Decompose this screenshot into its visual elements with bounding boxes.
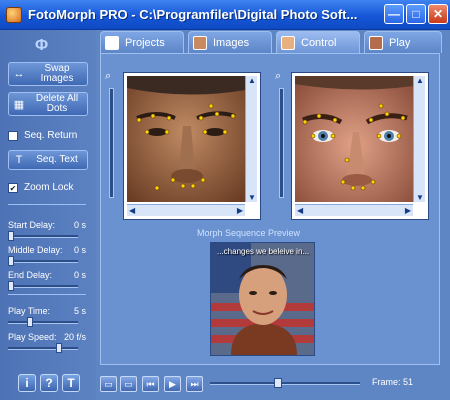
- tab-images-label: Images: [213, 36, 250, 49]
- start-delay-row: Start Delay: 0 s: [8, 220, 86, 230]
- last-frame-icon[interactable]: ▭: [120, 376, 137, 392]
- zoom-left-slider[interactable]: [109, 88, 114, 198]
- swap-arrows-icon: ↔: [13, 68, 25, 80]
- morph-preview-frame: ...changes we beleive in...: [210, 242, 315, 356]
- app-icon: [6, 6, 22, 23]
- scroll-down-icon[interactable]: ▼: [416, 193, 424, 202]
- play-time-row: Play Time: 5 s: [8, 306, 86, 316]
- zoom-right-icon[interactable]: ⌕: [275, 70, 281, 83]
- images-photo-icon: [193, 35, 207, 50]
- middle-delay-slider[interactable]: [8, 256, 78, 266]
- minimize-button[interactable]: —: [384, 4, 404, 24]
- slider-thumb[interactable]: [27, 317, 33, 327]
- delete-all-dots-button[interactable]: ▦ Delete All Dots: [8, 92, 88, 116]
- preview-caption: ...changes we beleive in...: [217, 247, 310, 256]
- play-speed-value: 20 f/s: [63, 332, 86, 342]
- tab-bar: Projects Images Control Play: [100, 31, 450, 53]
- zoom-lock-box[interactable]: ✔: [8, 182, 18, 193]
- zoom-lock-checkbox[interactable]: ✔ Zoom Lock: [8, 182, 73, 193]
- delete-dots-icon: ▦: [13, 98, 25, 111]
- text-icon[interactable]: T: [62, 374, 80, 392]
- slider-thumb[interactable]: [8, 231, 14, 241]
- tab-control[interactable]: Control: [276, 31, 360, 53]
- middle-delay-value: 0 s: [73, 245, 86, 255]
- left-panel: Φ ↔ Swap Images ▦ Delete All Dots Seq. R…: [0, 30, 96, 400]
- play-speed-row: Play Speed: 20 f/s: [8, 332, 86, 342]
- skip-forward-icon[interactable]: ⏭: [186, 376, 203, 392]
- play-time-label: Play Time:: [8, 306, 51, 316]
- title-bar: FotoMorph PRO - C:\Programfiler\Digital …: [0, 0, 450, 30]
- tab-play-label: Play: [389, 36, 411, 49]
- source-vscroll[interactable]: ▲ ▼: [245, 76, 257, 202]
- divider: [8, 204, 86, 205]
- tab-images[interactable]: Images: [188, 31, 272, 53]
- frame-slider-thumb[interactable]: [274, 378, 282, 388]
- target-hscroll[interactable]: ◀ ▶: [295, 204, 413, 216]
- slider-thumb[interactable]: [56, 343, 62, 353]
- start-delay-label: Start Delay:: [8, 220, 56, 230]
- info-icon[interactable]: i: [18, 374, 36, 392]
- projects-grid-icon: [105, 35, 119, 50]
- end-delay-slider[interactable]: [8, 281, 78, 291]
- zoom-left-icon[interactable]: ⌕: [105, 70, 111, 83]
- source-hscroll[interactable]: ◀ ▶: [127, 204, 245, 216]
- start-delay-value: 0 s: [73, 220, 86, 230]
- seq-text-button[interactable]: T Seq. Text: [8, 150, 88, 170]
- play-speed-label: Play Speed:: [8, 332, 57, 342]
- scroll-right-icon[interactable]: ▶: [237, 206, 243, 215]
- seq-return-checkbox[interactable]: Seq. Return: [8, 130, 77, 141]
- help-icon[interactable]: ?: [40, 374, 58, 392]
- first-frame-icon[interactable]: ▭: [100, 376, 117, 392]
- scroll-up-icon[interactable]: ▲: [416, 76, 424, 85]
- play-time-value: 5 s: [73, 306, 86, 316]
- control-icon: [281, 35, 295, 50]
- text-t-icon: T: [15, 154, 23, 166]
- tab-control-label: Control: [301, 36, 337, 49]
- frame-slider[interactable]: [210, 378, 360, 388]
- logo: Φ: [35, 37, 49, 54]
- target-image-frame[interactable]: ▲ ▼ ◀ ▶: [291, 72, 429, 220]
- delete-all-dots-label: Delete All Dots: [35, 93, 79, 114]
- play-photo-icon: [369, 35, 383, 50]
- frame-counter: Frame: 51: [372, 377, 414, 387]
- end-delay-label: End Delay:: [8, 270, 53, 280]
- tab-projects-label: Projects: [125, 36, 165, 49]
- end-delay-value: 0 s: [73, 270, 86, 280]
- end-delay-row: End Delay: 0 s: [8, 270, 86, 280]
- target-face-image[interactable]: [295, 76, 413, 202]
- source-face-image[interactable]: [127, 76, 245, 202]
- scroll-left-icon[interactable]: ◀: [129, 206, 135, 215]
- slider-thumb[interactable]: [8, 281, 14, 291]
- swap-images-label: Swap Images: [40, 63, 74, 84]
- play-time-slider[interactable]: [8, 317, 78, 327]
- control-panel: ⌕ ▲ ▼ ◀ ▶ ⌕ ▲ ▼ ◀ ▶ Morph Sequence Previ…: [100, 53, 440, 365]
- preview-label: Morph Sequence Preview: [197, 228, 301, 238]
- swap-images-button[interactable]: ↔ Swap Images: [8, 62, 88, 86]
- tab-projects[interactable]: Projects: [100, 31, 184, 53]
- play-speed-slider[interactable]: [8, 343, 78, 353]
- target-vscroll[interactable]: ▲ ▼: [413, 76, 425, 202]
- zoom-right-slider[interactable]: [279, 88, 284, 198]
- play-icon[interactable]: ▶: [164, 376, 181, 392]
- divider: [8, 294, 86, 295]
- source-image-frame[interactable]: ▲ ▼ ◀ ▶: [123, 72, 261, 220]
- seq-return-box[interactable]: [8, 130, 18, 141]
- scroll-down-icon[interactable]: ▼: [248, 193, 256, 202]
- seq-text-label: Seq. Text: [36, 154, 78, 165]
- tab-play[interactable]: Play: [364, 31, 442, 53]
- slider-thumb[interactable]: [8, 256, 14, 266]
- morph-preview-image: [211, 243, 314, 355]
- zoom-lock-label: Zoom Lock: [24, 182, 74, 193]
- seq-return-label: Seq. Return: [24, 130, 78, 141]
- middle-delay-label: Middle Delay:: [8, 245, 63, 255]
- window-title: FotoMorph PRO - C:\Programfiler\Digital …: [28, 7, 358, 22]
- scroll-right-icon[interactable]: ▶: [405, 206, 411, 215]
- start-delay-slider[interactable]: [8, 231, 78, 241]
- middle-delay-row: Middle Delay: 0 s: [8, 245, 86, 255]
- close-button[interactable]: ✕: [428, 4, 448, 24]
- scroll-up-icon[interactable]: ▲: [248, 76, 256, 85]
- skip-back-icon[interactable]: ⏮: [142, 376, 159, 392]
- maximize-button[interactable]: □: [406, 4, 426, 24]
- scroll-left-icon[interactable]: ◀: [297, 206, 303, 215]
